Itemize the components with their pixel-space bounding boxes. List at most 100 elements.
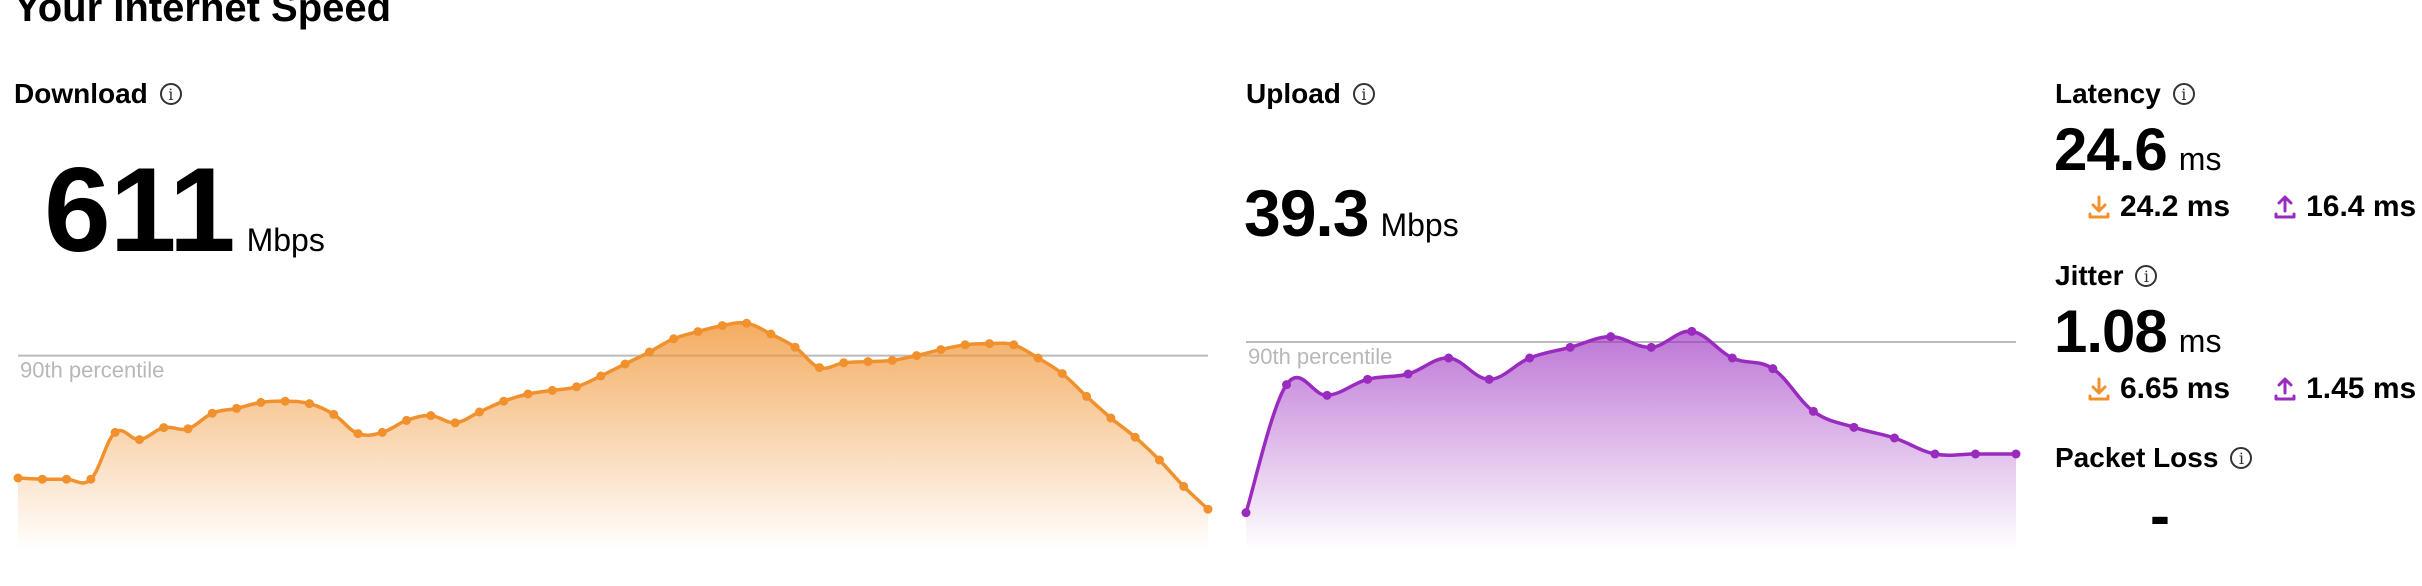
latency-value-row: 24.6 ms: [2054, 120, 2221, 180]
data-point: [402, 415, 412, 425]
data-point: [936, 345, 946, 355]
data-point: [644, 347, 654, 357]
data-point: [572, 382, 582, 392]
data-point: [62, 474, 72, 484]
data-point: [887, 355, 897, 365]
data-point: [1082, 391, 1092, 401]
data-point: [426, 411, 436, 421]
data-point: [1484, 374, 1494, 384]
latency-unit: ms: [2178, 141, 2222, 177]
data-point: [960, 340, 970, 350]
jitter-label-row: Jitter i: [2055, 260, 2158, 292]
data-point: [207, 408, 217, 418]
page-title: Your Internet Speed: [14, 0, 392, 30]
data-point: [1889, 433, 1899, 443]
data-point: [717, 321, 727, 331]
packet-loss-label: Packet Loss: [2055, 442, 2219, 473]
data-point: [1606, 332, 1616, 342]
data-point: [1930, 449, 1940, 459]
data-point: [742, 318, 752, 328]
data-point: [1057, 369, 1067, 379]
data-point: [353, 429, 363, 439]
data-point: [547, 385, 557, 395]
data-point: [159, 423, 169, 433]
download-arrow-icon: [2088, 377, 2110, 401]
data-point: [110, 427, 120, 437]
data-point: [1203, 504, 1213, 514]
jitter-value-row: 1.08 ms: [2054, 302, 2221, 362]
data-point: [1322, 390, 1332, 400]
latency-value: 24.6: [2054, 116, 2168, 183]
latency-label: Latency: [2055, 78, 2161, 109]
data-point: [1033, 353, 1043, 363]
data-point: [1403, 369, 1413, 379]
data-point: [1768, 364, 1778, 374]
jitter-label: Jitter: [2055, 260, 2124, 291]
upload-speed-chart: 90th percentile: [1241, 326, 2021, 550]
data-point: [1106, 413, 1116, 423]
data-point: [839, 358, 849, 368]
data-point: [863, 357, 873, 367]
data-point: [377, 427, 387, 437]
data-point: [1009, 340, 1019, 350]
jitter-breakdown: 6.65 ms 1.45 ms: [2088, 372, 2422, 406]
data-point: [474, 407, 484, 417]
info-icon[interactable]: i: [1352, 83, 1375, 105]
data-point: [1565, 342, 1575, 352]
latency-down-value: 24.2 ms: [2120, 190, 2231, 223]
info-icon[interactable]: i: [159, 83, 182, 105]
info-icon[interactable]: i: [2135, 265, 2158, 287]
upload-arrow-icon: [2274, 377, 2296, 401]
download-value: 611: [44, 143, 236, 277]
jitter-up-value: 1.45 ms: [2306, 372, 2417, 405]
data-point: [86, 474, 96, 484]
jitter-unit: ms: [2178, 323, 2222, 359]
data-point: [1727, 353, 1737, 363]
data-point: [304, 399, 314, 409]
upload-value-row: 39.3 Mbps: [1244, 180, 1459, 246]
data-point: [1687, 326, 1697, 336]
data-point: [37, 474, 47, 484]
percentile-label: 90th percentile: [20, 358, 164, 383]
data-point: [620, 359, 630, 369]
data-point: [912, 351, 922, 361]
data-point: [1970, 449, 1980, 459]
latency-breakdown: 24.2 ms 16.4 ms: [2088, 190, 2422, 224]
latency-up-value: 16.4 ms: [2306, 190, 2417, 223]
packet-loss-value: -: [2150, 482, 2170, 549]
data-point: [450, 418, 460, 428]
download-label-row: Download i: [14, 78, 182, 110]
jitter-value: 1.08: [2054, 298, 2168, 365]
data-point: [1849, 422, 1859, 432]
upload-unit: Mbps: [1380, 207, 1459, 243]
data-point: [2011, 449, 2021, 459]
download-label: Download: [14, 78, 148, 109]
data-point: [280, 396, 290, 406]
data-point: [984, 339, 994, 349]
percentile-label: 90th percentile: [1248, 344, 1392, 369]
data-point: [1241, 508, 1251, 518]
data-point: [183, 424, 193, 434]
upload-arrow-icon: [2274, 195, 2296, 219]
upload-label: Upload: [1246, 78, 1341, 109]
info-icon[interactable]: i: [2230, 447, 2253, 469]
data-point: [1646, 342, 1656, 352]
series-area: [18, 322, 1208, 550]
data-point: [790, 342, 800, 352]
data-point: [1130, 432, 1140, 442]
data-point: [693, 327, 703, 337]
data-point: [256, 397, 266, 407]
data-point: [523, 389, 533, 399]
packet-loss-label-row: Packet Loss i: [2055, 442, 2253, 474]
data-point: [499, 396, 509, 406]
data-point: [596, 371, 606, 381]
data-point: [1179, 481, 1189, 491]
info-icon[interactable]: i: [2172, 83, 2195, 105]
data-point: [232, 403, 242, 413]
data-point: [814, 363, 824, 373]
data-point: [1444, 353, 1454, 363]
download-arrow-icon: [2088, 195, 2110, 219]
download-unit: Mbps: [246, 222, 325, 258]
data-point: [134, 435, 144, 445]
data-point: [329, 409, 339, 419]
